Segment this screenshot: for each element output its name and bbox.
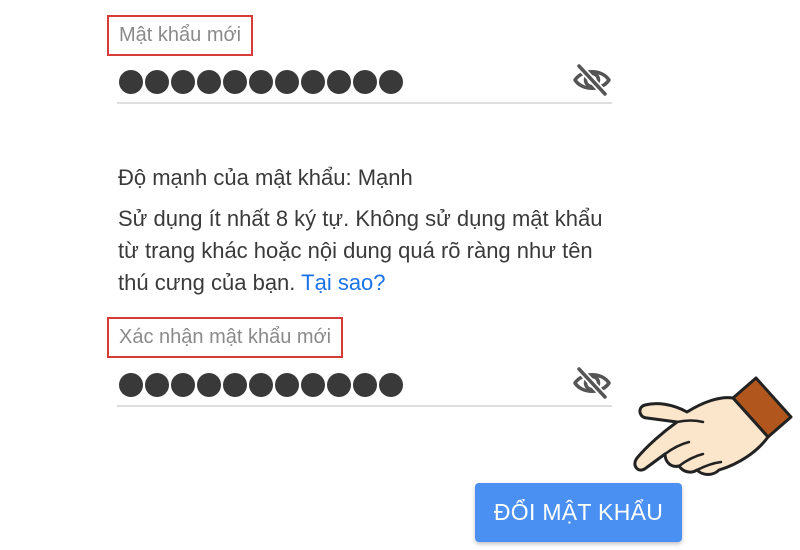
password-dot xyxy=(249,373,273,397)
strength-label: Độ mạnh của mật khẩu: xyxy=(118,165,352,190)
password-hint: Sử dụng ít nhất 8 ký tự. Không sử dụng m… xyxy=(118,203,618,299)
input-underline xyxy=(117,102,612,104)
eye-off-icon[interactable] xyxy=(572,63,612,97)
password-strength: Độ mạnh của mật khẩu: Mạnh xyxy=(118,165,413,191)
eye-off-icon[interactable] xyxy=(572,366,612,400)
new-password-label: Mật khẩu mới xyxy=(107,15,254,56)
password-dot xyxy=(145,70,169,94)
why-link[interactable]: Tại sao? xyxy=(301,270,385,295)
password-dot xyxy=(327,70,351,94)
password-dot xyxy=(353,373,377,397)
password-dot xyxy=(353,70,377,94)
password-dot xyxy=(301,70,325,94)
password-dot xyxy=(171,70,195,94)
strength-value: Mạnh xyxy=(357,165,413,190)
change-password-button-label: ĐỔI MẬT KHẨU xyxy=(493,499,664,525)
password-dot xyxy=(119,70,143,94)
masked-password-dots xyxy=(119,373,403,397)
masked-password-dots xyxy=(119,70,403,94)
password-dot xyxy=(275,373,299,397)
password-dot xyxy=(145,373,169,397)
confirm-password-label: Xác nhận mật khẩu mới xyxy=(107,317,344,358)
pointing-hand-icon xyxy=(633,376,793,476)
password-dot xyxy=(197,70,221,94)
password-dot xyxy=(223,70,247,94)
password-dot xyxy=(379,373,403,397)
password-dot xyxy=(275,70,299,94)
password-dot xyxy=(301,373,325,397)
input-underline xyxy=(117,405,612,407)
password-dot xyxy=(327,373,351,397)
password-dot xyxy=(119,373,143,397)
password-dot xyxy=(223,373,247,397)
confirm-password-input[interactable] xyxy=(117,363,612,407)
new-password-input[interactable] xyxy=(117,60,612,104)
change-password-button[interactable]: ĐỔI MẬT KHẨU xyxy=(475,483,682,542)
password-dot xyxy=(171,373,195,397)
password-dot xyxy=(379,70,403,94)
password-dot xyxy=(197,373,221,397)
password-dot xyxy=(249,70,273,94)
